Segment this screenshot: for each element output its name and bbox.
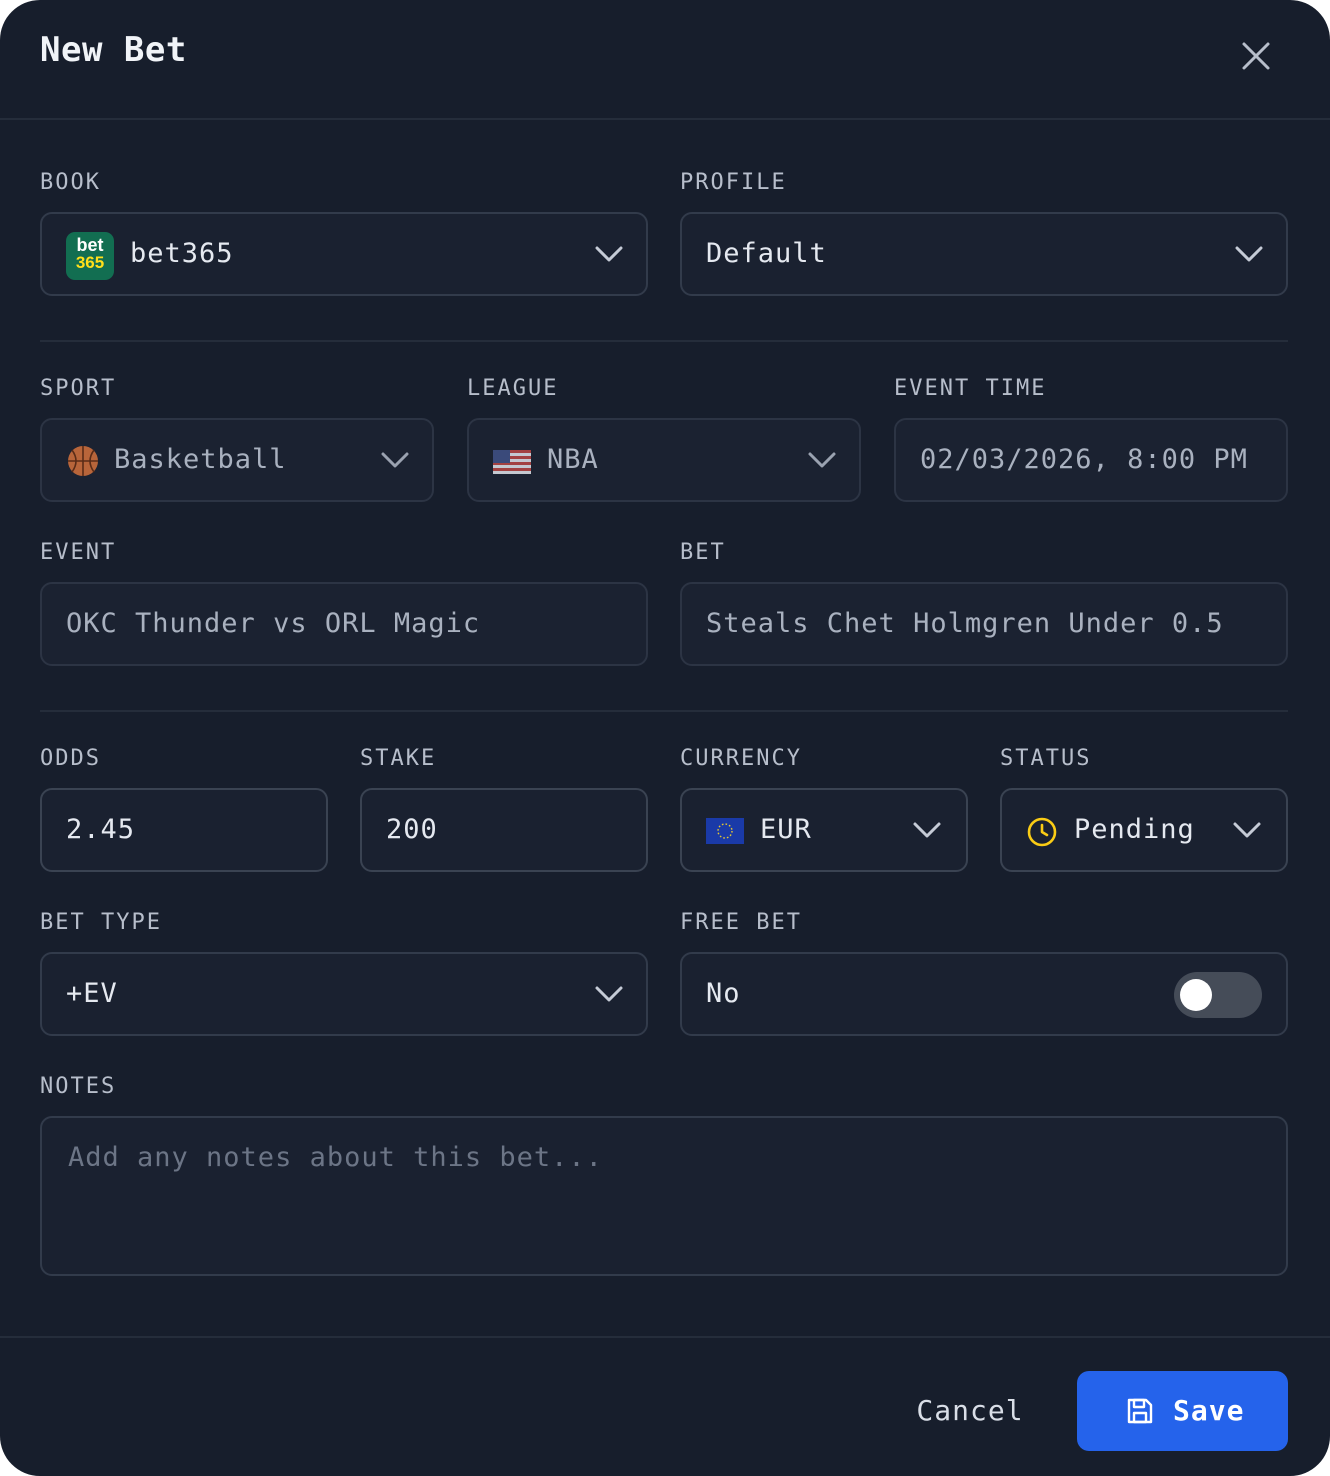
cancel-button[interactable]: Cancel	[900, 1372, 1040, 1450]
league-label: LEAGUE	[467, 376, 559, 401]
book-select[interactable]: bet 365 bet365	[40, 212, 648, 296]
notes-placeholder: Add any notes about this bet...	[68, 1142, 603, 1173]
chevron-down-icon	[808, 452, 836, 468]
profile-label: PROFILE	[680, 170, 787, 195]
event-time-label: EVENT TIME	[894, 376, 1047, 401]
bet-value: Steals Chet Holmgren Under 0.5	[706, 608, 1224, 639]
free-bet-field: No	[680, 952, 1288, 1036]
event-label: EVENT	[40, 540, 117, 565]
stake-value: 200	[386, 814, 438, 845]
dialog-header: New Bet	[0, 0, 1330, 120]
league-select[interactable]: NBA	[467, 418, 861, 502]
free-bet-toggle[interactable]	[1174, 972, 1262, 1018]
chevron-down-icon	[1235, 246, 1263, 262]
odds-value: 2.45	[66, 814, 136, 845]
event-time-input[interactable]: 02/03/2026, 8:00 PM	[894, 418, 1288, 502]
footer-divider	[0, 1336, 1330, 1338]
currency-select[interactable]: EUR	[680, 788, 968, 872]
sport-value: Basketball	[114, 444, 287, 475]
currency-label: CURRENCY	[680, 746, 802, 771]
eu-flag-icon	[706, 818, 744, 844]
currency-value: EUR	[760, 814, 812, 845]
event-time-value: 02/03/2026, 8:00 PM	[920, 444, 1248, 475]
chevron-down-icon	[1233, 822, 1261, 838]
status-value: Pending	[1074, 814, 1195, 845]
bet-type-value: +EV	[66, 978, 118, 1009]
profile-value: Default	[706, 238, 827, 269]
clock-icon	[1027, 817, 1057, 847]
odds-input[interactable]: 2.45	[40, 788, 328, 872]
profile-select[interactable]: Default	[680, 212, 1288, 296]
section-divider	[40, 710, 1288, 712]
notes-textarea[interactable]: Add any notes about this bet...	[40, 1116, 1288, 1276]
chevron-down-icon	[381, 452, 409, 468]
new-bet-dialog: New Bet BOOK bet 365 bet365 PROFILE Defa…	[0, 0, 1330, 1476]
us-flag-icon	[493, 450, 531, 474]
league-value: NBA	[547, 444, 599, 475]
bet365-logo: bet 365	[66, 232, 114, 280]
bet-label: BET	[680, 540, 726, 565]
book-value: bet365	[130, 238, 234, 269]
event-value: OKC Thunder vs ORL Magic	[66, 608, 481, 639]
basketball-icon	[68, 446, 98, 476]
stake-label: STAKE	[360, 746, 437, 771]
dialog-title: New Bet	[40, 30, 187, 70]
chevron-down-icon	[595, 246, 623, 262]
odds-label: ODDS	[40, 746, 101, 771]
status-select[interactable]: Pending	[1000, 788, 1288, 872]
event-input[interactable]: OKC Thunder vs ORL Magic	[40, 582, 648, 666]
sport-select[interactable]: Basketball	[40, 418, 434, 502]
free-bet-value: No	[706, 978, 741, 1009]
close-icon[interactable]	[1234, 34, 1278, 78]
toggle-knob	[1180, 979, 1212, 1011]
chevron-down-icon	[913, 822, 941, 838]
section-divider	[40, 340, 1288, 342]
status-label: STATUS	[1000, 746, 1092, 771]
bet-type-select[interactable]: +EV	[40, 952, 648, 1036]
chevron-down-icon	[595, 986, 623, 1002]
save-icon	[1127, 1398, 1153, 1424]
free-bet-label: FREE BET	[680, 910, 802, 935]
sport-label: SPORT	[40, 376, 117, 401]
stake-input[interactable]: 200	[360, 788, 648, 872]
save-button[interactable]: Save	[1077, 1371, 1288, 1451]
notes-label: NOTES	[40, 1074, 117, 1099]
bet-input[interactable]: Steals Chet Holmgren Under 0.5	[680, 582, 1288, 666]
save-label: Save	[1173, 1394, 1245, 1427]
book-label: BOOK	[40, 170, 101, 195]
bet-type-label: BET TYPE	[40, 910, 162, 935]
